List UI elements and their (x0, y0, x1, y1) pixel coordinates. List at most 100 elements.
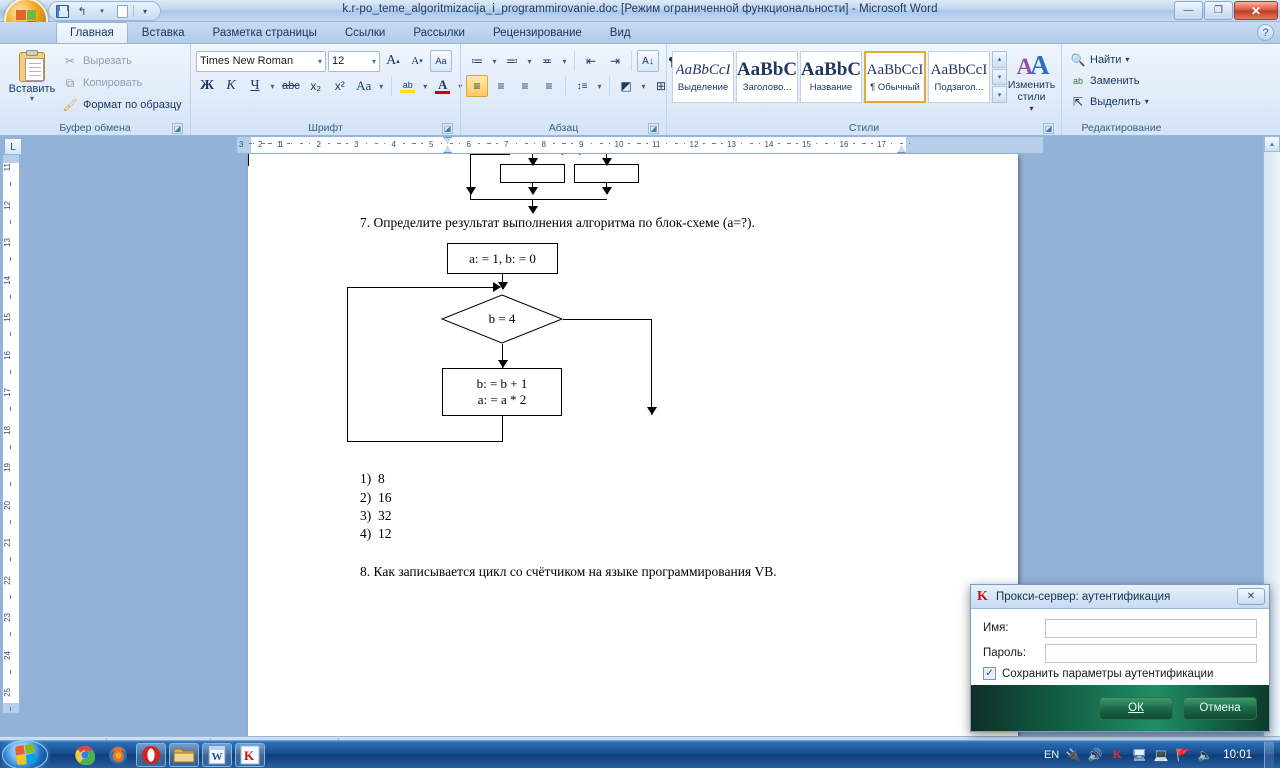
align-right-button[interactable]: ≡ (514, 75, 536, 97)
usb-safe-icon[interactable]: 🔌 (1065, 747, 1081, 763)
clear-formatting-button[interactable]: Aa (430, 50, 452, 72)
multilevel-list-button[interactable]: ≖ (536, 50, 558, 72)
highlight-caret[interactable]: ▾ (421, 75, 430, 97)
taskbar-firefox-button[interactable] (103, 743, 133, 767)
line-spacing-caret[interactable]: ▾ (595, 75, 604, 97)
scroll-up-icon[interactable]: ▴ (1264, 136, 1280, 152)
clipboard-dialog-launcher[interactable]: ◪ (172, 123, 183, 134)
bullets-caret[interactable]: ▾ (490, 50, 499, 72)
paste-button[interactable]: Вставить ▾ (5, 48, 59, 103)
select-button[interactable]: ⇱ Выделить ▾ (1067, 92, 1152, 111)
style-item-heading[interactable]: AaBbC Заголово... (736, 51, 798, 103)
tab-insert[interactable]: Вставка (128, 22, 199, 43)
increase-indent-button[interactable]: ⇥ (604, 50, 626, 72)
shrink-font-button[interactable]: A ▾ (406, 50, 428, 72)
change-styles-button[interactable]: AA Изменить стили ▾ (1007, 51, 1056, 115)
font-size-combo[interactable]: 12 ▾ (328, 50, 380, 72)
taskbar-clock[interactable]: 10:01 (1219, 749, 1258, 761)
change-styles-caret[interactable]: ▾ (1029, 103, 1033, 115)
sort-button[interactable]: А↓ (637, 50, 659, 72)
vertical-ruler[interactable]: 11 12 13 14 15 16 17 18 19 20 21 22 23 24 25 (2, 154, 20, 714)
taskbar-word-button[interactable]: W (202, 742, 232, 767)
style-item-subtitle[interactable]: AaBbCcI Подзагол... (928, 51, 990, 103)
taskbar-chrome-button[interactable] (70, 743, 100, 767)
tray-language[interactable]: EN (1044, 749, 1059, 761)
underline-caret[interactable]: ▾ (268, 75, 277, 97)
styles-scroll-down-icon[interactable]: ▾ (992, 68, 1007, 86)
tab-home[interactable]: Главная (56, 22, 128, 43)
tab-mailings[interactable]: Рассылки (399, 22, 479, 43)
bullets-button[interactable]: ≔ (466, 50, 488, 72)
style-item-title[interactable]: AaBbC Название (800, 51, 862, 103)
bold-button[interactable]: Ж (196, 75, 218, 97)
font-name-combo[interactable]: Times New Roman ▾ (196, 50, 326, 72)
help-icon[interactable]: ? (1257, 24, 1274, 41)
font-color-button[interactable]: A (432, 75, 454, 97)
volume-icon[interactable]: 🔈 (1197, 747, 1213, 763)
font-dialog-launcher[interactable]: ◪ (442, 123, 453, 134)
copy-button[interactable]: ⧉ Копировать (59, 74, 185, 92)
network-monitor-icon[interactable]: 🖥 (1131, 747, 1147, 763)
minimize-button[interactable]: — (1174, 1, 1203, 20)
taskbar: W K EN 🔌 🔊 K 🖥 💻 🚩 🔈 10:01 (0, 739, 1280, 768)
style-item-emphasis[interactable]: AaBbCcI Выделение (672, 51, 734, 103)
superscript-button[interactable]: x² (329, 75, 351, 97)
tab-references[interactable]: Ссылки (331, 22, 400, 43)
style-item-normal[interactable]: AaBbCcI ¶ Обычный (864, 51, 926, 103)
name-label: Имя: (983, 622, 1009, 634)
start-button[interactable] (2, 739, 48, 768)
change-case-caret[interactable]: ▾ (377, 75, 386, 97)
cut-button[interactable]: ✂ Вырезать (59, 52, 185, 70)
paragraph-dialog-launcher[interactable]: ◪ (648, 123, 659, 134)
ruler-dot (374, 143, 378, 144)
restore-button[interactable]: ❐ (1204, 1, 1233, 20)
justify-button[interactable]: ≡ (538, 75, 560, 97)
scrollbar-track[interactable] (1264, 152, 1280, 656)
kaspersky-icon[interactable]: K (1109, 747, 1125, 763)
tab-view[interactable]: Вид (596, 22, 645, 43)
dialog-close-button[interactable]: ✕ (1237, 588, 1265, 605)
numbering-caret[interactable]: ▾ (525, 50, 534, 72)
name-input[interactable] (1045, 618, 1257, 638)
styles-scroll-up-icon[interactable]: ▴ (992, 51, 1007, 68)
find-button[interactable]: 🔍 Найти ▾ (1067, 50, 1132, 69)
ruler-dot (599, 143, 603, 144)
strikethrough-button[interactable]: abc (279, 75, 303, 97)
numbering-button[interactable]: ≕ (501, 50, 523, 72)
ok-button[interactable]: ОК (1099, 696, 1173, 720)
password-input[interactable] (1045, 643, 1257, 663)
replace-button[interactable]: ab Заменить (1067, 71, 1142, 90)
close-button[interactable]: ✕ (1234, 1, 1278, 20)
underline-button[interactable]: Ч (244, 75, 266, 97)
subscript-button[interactable]: x₂ (305, 75, 327, 97)
shading-caret[interactable]: ▾ (639, 75, 648, 97)
document-page[interactable]: 7. Определите результат выполнения алгор… (248, 154, 1018, 736)
paste-caret[interactable]: ▾ (30, 95, 34, 103)
taskbar-opera-button[interactable] (136, 742, 166, 767)
save-credentials-row[interactable]: ✓ Сохранить параметры аутентификации (983, 667, 1257, 680)
decrease-indent-button[interactable]: ⇤ (580, 50, 602, 72)
cancel-button[interactable]: Отмена (1183, 696, 1257, 720)
change-case-button[interactable]: Aa (353, 75, 375, 97)
action-center-icon[interactable]: 🚩 (1175, 747, 1191, 763)
network-icon[interactable]: 💻 (1153, 747, 1169, 763)
save-credentials-checkbox[interactable]: ✓ (983, 667, 996, 680)
format-painter-button[interactable]: 🖌 Формат по образцу (59, 96, 185, 114)
align-left-button[interactable]: ≡ (466, 75, 488, 97)
taskbar-kaspersky-button[interactable]: K (235, 742, 265, 767)
horizontal-ruler[interactable]: 3 2 1 1 2 3 4 5 6 7 8 9 10 11 12 13 14 15 16 17 (236, 136, 1044, 154)
highlight-button[interactable]: ab (397, 75, 419, 97)
show-desktop-button[interactable] (1264, 741, 1274, 768)
tab-review[interactable]: Рецензирование (479, 22, 596, 43)
tab-page-layout[interactable]: Разметка страницы (199, 22, 331, 43)
italic-button[interactable]: К (220, 75, 242, 97)
taskbar-explorer-button[interactable] (169, 742, 199, 767)
align-center-button[interactable]: ≡ (490, 75, 512, 97)
styles-dialog-launcher[interactable]: ◪ (1043, 123, 1054, 134)
multilevel-caret[interactable]: ▾ (560, 50, 569, 72)
grow-font-button[interactable]: A ▴ (382, 50, 404, 72)
styles-more-icon[interactable]: ▾ (992, 86, 1007, 104)
shading-button[interactable]: ◩ (615, 75, 637, 97)
line-spacing-button[interactable]: ↕≡ (571, 75, 593, 97)
volume-mute-icon[interactable]: 🔊 (1087, 747, 1103, 763)
